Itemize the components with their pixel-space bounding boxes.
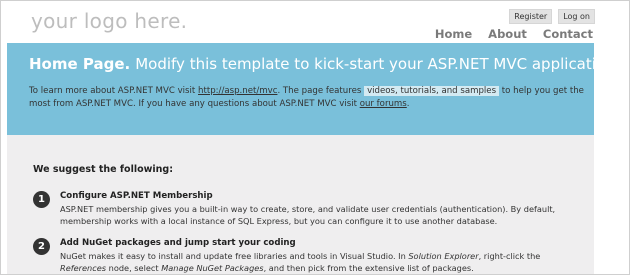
desc-emphasis: Manage NuGet Packages (161, 263, 264, 273)
main-content: We suggest the following: 1 Configure AS… (7, 135, 594, 274)
lead-text: To learn more about ASP.NET MVC visit (29, 86, 199, 96)
featured-title: Home Page. Modify this template to kick-s… (29, 55, 619, 73)
desc-text: , right-click the (478, 251, 541, 261)
videos-tutorials-samples-link[interactable]: videos, tutorials, and samples (364, 86, 500, 96)
step-description: ASP.NET membership gives you a built-in … (60, 204, 556, 226)
page-frame: your logo here. Register Log on Home Abo… (0, 0, 630, 275)
page-title: Home Page. (29, 55, 131, 73)
desc-text: NuGet makes it easy to install and updat… (60, 251, 409, 261)
aspnet-mvc-link[interactable]: http://asp.net/mvc (198, 86, 277, 96)
lead-text: . The page features (277, 86, 365, 96)
lead-text: . (406, 99, 410, 109)
step-number: 1 (33, 191, 50, 208)
step-description: NuGet makes it easy to install and updat… (60, 250, 588, 274)
desc-emphasis: Solution Explorer (408, 251, 479, 261)
step-number: 2 (33, 238, 50, 255)
page-subtitle: Modify this template to kick-start your … (135, 55, 620, 73)
login-link[interactable]: Log on (558, 9, 595, 24)
desc-text: node, select (106, 263, 162, 273)
desc-text: , and then pick from the extensive list … (263, 263, 474, 273)
step-title: Configure ASP.NET Membership (60, 191, 213, 201)
menu-item-home[interactable]: Home (435, 27, 472, 41)
desc-emphasis: References (60, 263, 107, 273)
featured-band: Home Page. Modify this template to kick-s… (7, 43, 619, 151)
menu-item-contact[interactable]: Contact (543, 27, 593, 41)
main-menu: Home About Contact (435, 27, 593, 41)
menu-item-about[interactable]: About (488, 27, 527, 41)
site-logo[interactable]: your logo here. (31, 9, 187, 33)
step-title: Add NuGet packages and jump start your c… (60, 238, 296, 248)
suggest-heading: We suggest the following: (33, 164, 174, 175)
auth-links: Register Log on (509, 9, 595, 24)
forums-link[interactable]: our forums (360, 99, 407, 109)
register-link[interactable]: Register (509, 9, 553, 24)
featured-lead: To learn more about ASP.NET MVC visit ht… (29, 85, 589, 111)
